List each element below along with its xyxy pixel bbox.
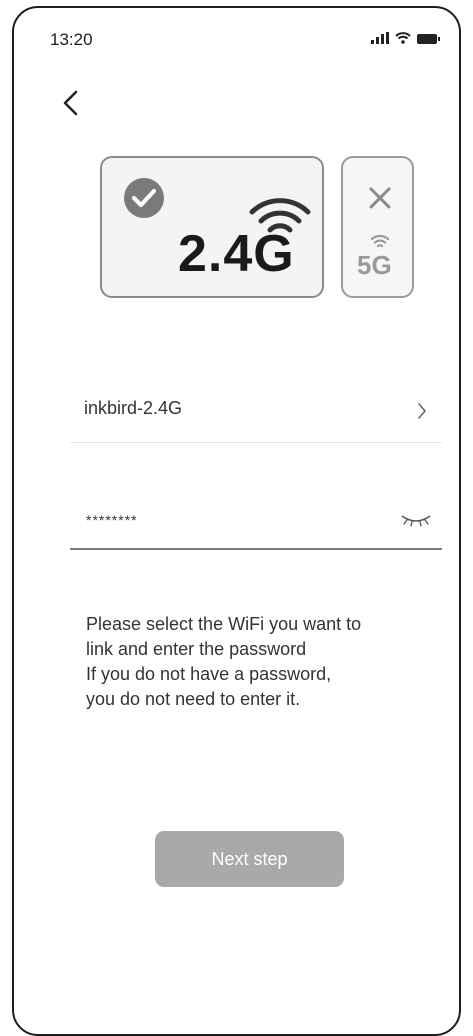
instruction-line: Please select the WiFi you want to	[86, 614, 362, 634]
back-button[interactable]	[56, 86, 86, 120]
band-label-5g: 5G	[357, 250, 392, 280]
password-input[interactable]	[84, 504, 388, 536]
password-field	[70, 496, 442, 550]
band-option-5g[interactable]: 5G	[341, 156, 414, 298]
battery-icon	[417, 34, 440, 44]
wifi-icon	[395, 32, 411, 44]
check-circle-icon	[124, 178, 164, 218]
chevron-left-icon	[63, 90, 78, 116]
status-time: 13:20	[50, 30, 93, 49]
band-option-2-4g[interactable]: 2.4G	[100, 156, 324, 298]
wifi-network-selector[interactable]: inkbird-2.4G	[70, 384, 442, 443]
wifi-ssid: inkbird-2.4G	[84, 398, 183, 418]
band-label-2-4g: 2.4G	[178, 225, 295, 283]
instructions: Please select the WiFi you want to link …	[86, 612, 438, 712]
next-step-button[interactable]: Next step	[155, 831, 344, 887]
close-icon	[369, 187, 391, 209]
wifi-icon	[370, 234, 390, 248]
instruction-line: link and enter the password	[86, 639, 307, 659]
status-icons	[371, 30, 440, 44]
chevron-right-icon	[418, 403, 426, 419]
signal-icon	[371, 32, 389, 44]
instruction-line: you do not need to enter it.	[86, 689, 301, 709]
phone-frame: 13:20 2.4G 5G inkbird-2.4G ******** Plea…	[12, 6, 461, 1036]
eye-closed-icon[interactable]	[398, 510, 434, 530]
instruction-line: If you do not have a password,	[86, 664, 332, 684]
